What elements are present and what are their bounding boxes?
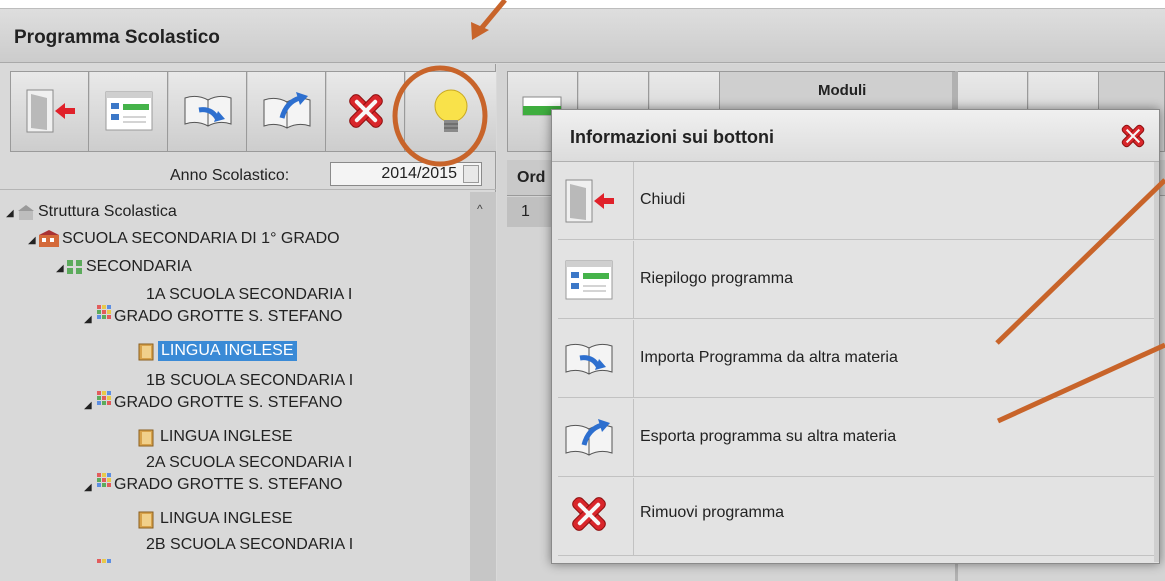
book-icon <box>138 511 154 529</box>
remove-icon <box>349 94 383 128</box>
class-grid-icon <box>97 391 111 405</box>
button-info-dialog: Informazioni sui bottoni Chiudi Riepilog… <box>551 109 1160 564</box>
school-icon <box>39 230 59 247</box>
spinner-arrows-icon[interactable] <box>463 165 479 183</box>
collapse-arrow-icon[interactable]: ◢ <box>84 482 92 493</box>
remove-button[interactable] <box>327 72 405 151</box>
class-grid-icon <box>97 305 111 319</box>
exit-door-icon <box>26 89 75 133</box>
year-label: Anno Scolastico: <box>170 167 290 184</box>
tree-scrollbar[interactable]: ^ <box>470 192 496 581</box>
collapse-arrow-icon[interactable]: ◢ <box>56 263 64 274</box>
year-spinner-field[interactable]: 2014/2015 <box>330 162 482 186</box>
summary-icon <box>105 91 153 131</box>
lightbulb-icon <box>434 89 468 132</box>
dialog-item-label: Esporta programma su altra materia <box>640 428 897 445</box>
year-row: Anno Scolastico: 2014/2015 <box>0 160 496 190</box>
left-panel: Anno Scolastico: 2014/2015 ◢ Struttura S… <box>0 64 496 581</box>
import-book-icon <box>565 343 613 375</box>
row-number: 1 <box>521 203 530 220</box>
import-book-icon <box>184 95 232 127</box>
dialog-header: Informazioni sui bottoni <box>552 110 1159 162</box>
export-book-icon <box>263 92 311 129</box>
book-icon <box>138 343 154 361</box>
export-book-icon <box>565 419 613 456</box>
title-bar: Programma Scolastico <box>0 9 1165 63</box>
toolbar <box>10 71 496 152</box>
dialog-item-label: Rimuovi programma <box>640 504 785 521</box>
column-header-ord: Ord <box>517 169 546 186</box>
close-icon[interactable] <box>1117 120 1149 152</box>
table-row[interactable]: 1 <box>507 197 551 227</box>
dialog-item-remove: Rimuovi programma <box>558 478 1154 556</box>
class-grid-icon <box>97 473 111 487</box>
dialog-scrollbar[interactable] <box>1154 162 1159 562</box>
dialog-item-summary: Riepilogo programma <box>558 241 1154 319</box>
dialog-item-label: Importa Programma da altra materia <box>640 349 898 366</box>
summary-button[interactable] <box>90 72 168 151</box>
app-window: Programma Scolastico Anno Scolastico: 20… <box>0 8 1165 581</box>
scroll-up-icon[interactable]: ^ <box>477 202 483 216</box>
school-tree: ◢ Struttura Scolastica ◢ SCUOLA SECONDAR… <box>0 192 470 581</box>
dialog-item-export: Esporta programma su altra materia <box>558 399 1154 477</box>
collapse-arrow-icon[interactable]: ◢ <box>84 314 92 325</box>
dialog-item-label: Chiudi <box>640 191 686 208</box>
dialog-item-close: Chiudi <box>558 162 1154 240</box>
exit-door-icon <box>565 179 614 223</box>
collapse-arrow-icon[interactable]: ◢ <box>84 400 92 411</box>
collapse-arrow-icon[interactable]: ◢ <box>28 235 36 246</box>
remove-icon <box>572 497 606 531</box>
group-icon <box>67 260 82 274</box>
school-building-icon <box>18 205 34 220</box>
year-value: 2014/2015 <box>381 165 457 182</box>
export-button[interactable] <box>248 72 326 151</box>
import-button[interactable] <box>169 72 247 151</box>
class-grid-icon <box>97 559 111 563</box>
moduli-label: Moduli <box>818 82 867 99</box>
info-button[interactable] <box>406 72 496 151</box>
window-title: Programma Scolastico <box>14 27 220 48</box>
summary-icon <box>565 260 613 300</box>
book-icon <box>138 429 154 447</box>
dialog-title: Informazioni sui bottoni <box>570 127 774 147</box>
dialog-item-label: Riepilogo programma <box>640 270 793 287</box>
close-button[interactable] <box>11 72 89 151</box>
collapse-arrow-icon[interactable]: ◢ <box>6 208 14 219</box>
dialog-item-import: Importa Programma da altra materia <box>558 320 1154 398</box>
